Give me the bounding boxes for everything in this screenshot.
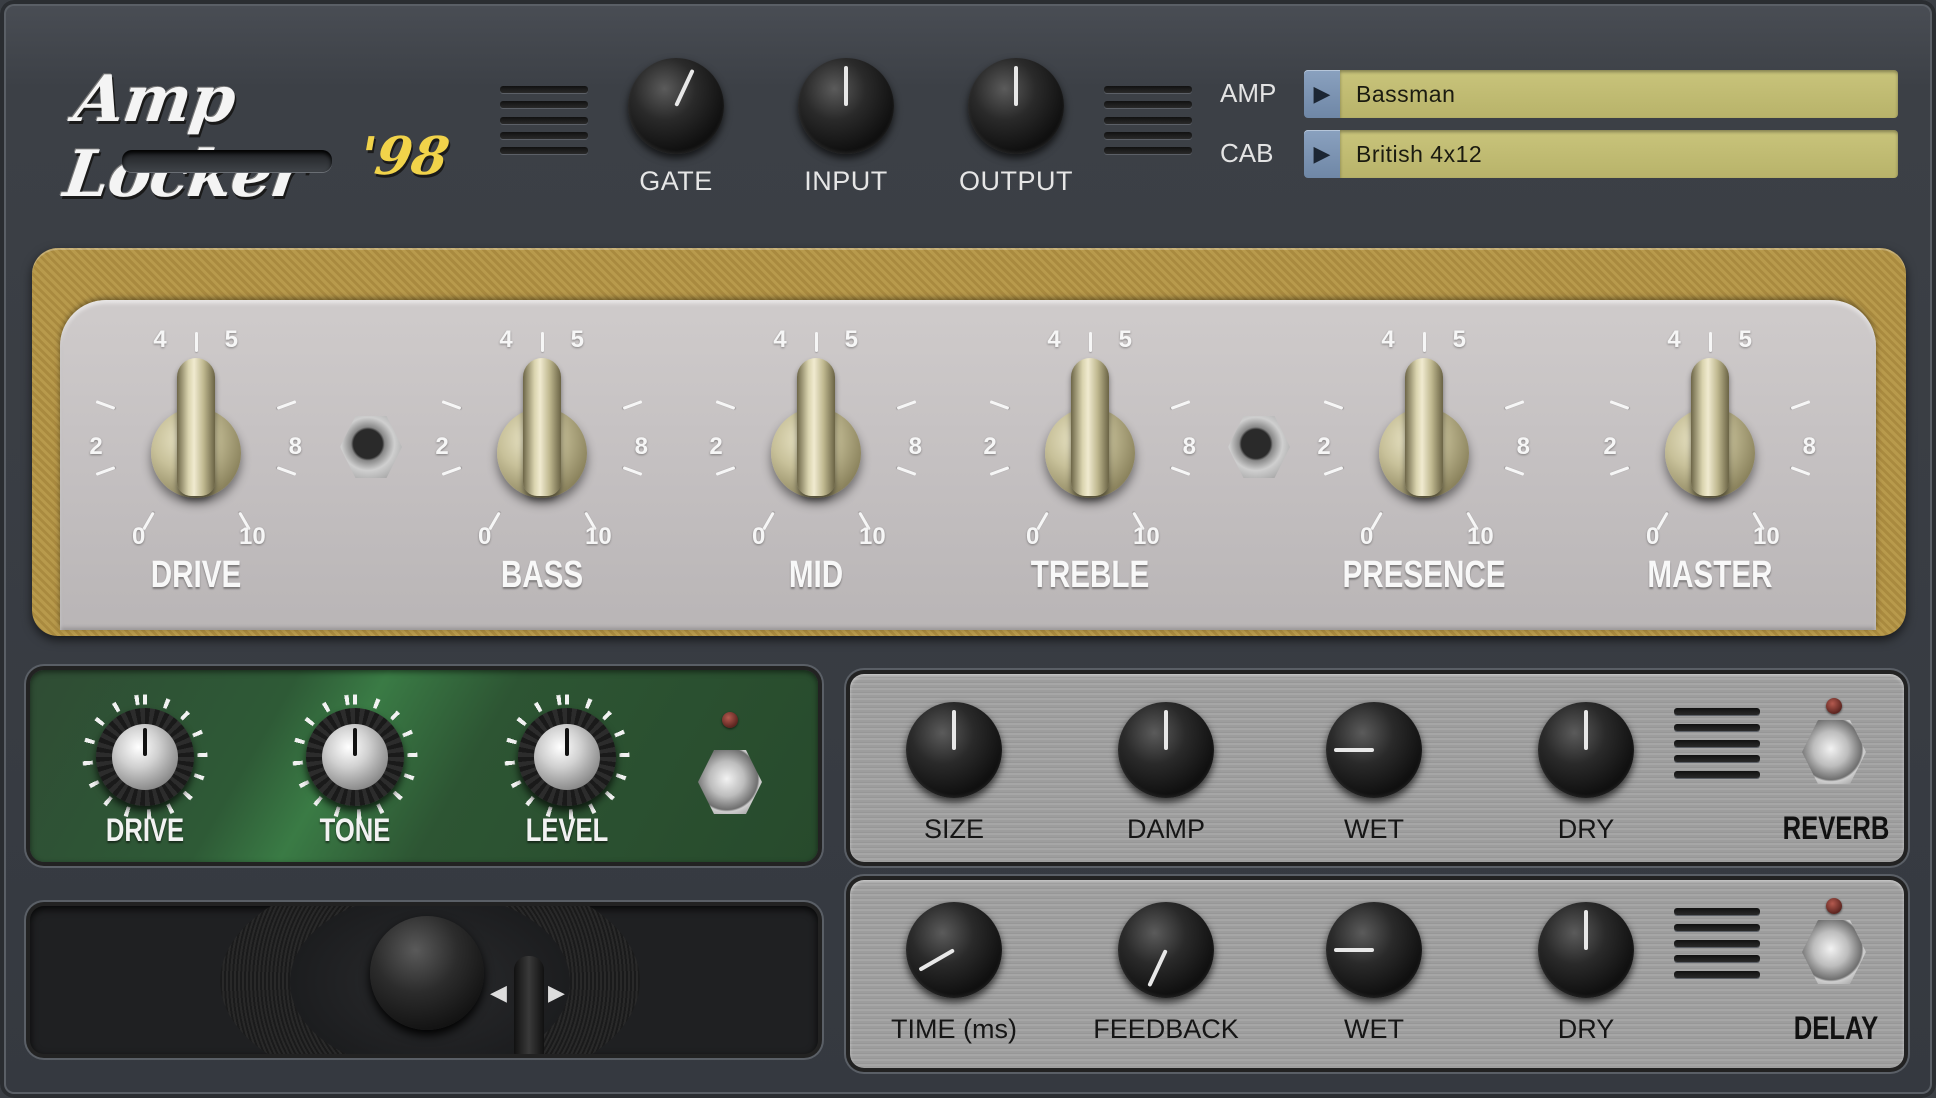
amp-locker-window: Amp Locker '98 GATE INPUT OUTPUT AMP ▶ B…	[0, 0, 1936, 1098]
logo-version: '98	[354, 126, 454, 187]
amp-faceplate	[60, 300, 1876, 630]
arrow-left-icon: ◀	[490, 980, 507, 1005]
grille-right	[1104, 86, 1192, 154]
pedal-drive-label: DRIVE	[105, 812, 185, 848]
pedal-level-knob[interactable]	[504, 694, 630, 820]
cab-selector-arrow[interactable]: ▶	[1304, 130, 1340, 178]
pedal-tone-label: TONE	[319, 812, 391, 848]
reverb-dry-knob[interactable]	[1538, 702, 1634, 798]
input-label: INPUT	[804, 166, 888, 196]
wah-section: ◀ ▶	[30, 906, 818, 1054]
reverb-size-knob[interactable]	[906, 702, 1002, 798]
wah-knob[interactable]	[370, 916, 484, 1030]
wah-toggle-handle[interactable]	[514, 956, 544, 1054]
reverb-damp-knob[interactable]	[1118, 702, 1214, 798]
amp-selector-label: AMP	[1220, 78, 1277, 108]
cab-selector-field[interactable]: British 4x12	[1340, 130, 1898, 178]
pedal-level-label: LEVEL	[525, 812, 609, 848]
master-amp-knob[interactable]	[1665, 358, 1755, 508]
pedal-footswitch[interactable]	[698, 750, 762, 814]
pedal-led	[722, 712, 738, 728]
arrow-right-icon: ▶	[548, 980, 565, 1005]
overdrive-pedal: DRIVE TONE LEVEL	[30, 670, 818, 862]
gate-label: GATE	[639, 166, 713, 196]
bass-amp-knob[interactable]	[497, 358, 587, 508]
reverb-wet-knob[interactable]	[1326, 702, 1422, 798]
presence-amp-knob[interactable]	[1379, 358, 1469, 508]
delay-wet-knob[interactable]	[1326, 902, 1422, 998]
grille-left	[500, 86, 588, 154]
delay-dry-knob[interactable]	[1538, 902, 1634, 998]
pedal-drive-knob[interactable]	[82, 694, 208, 820]
amp-selector-arrow[interactable]: ▶	[1304, 70, 1340, 118]
output-knob[interactable]	[968, 58, 1064, 154]
delay-feedback-knob[interactable]	[1118, 902, 1214, 998]
drive-amp-knob[interactable]	[151, 358, 241, 508]
treble-amp-knob[interactable]	[1045, 358, 1135, 508]
app-logo: Amp Locker '98	[59, 62, 480, 212]
pedal-tone-knob[interactable]	[292, 694, 418, 820]
input-knob[interactable]	[798, 58, 894, 154]
gate-knob[interactable]	[628, 58, 724, 154]
amp-selector-field[interactable]: Bassman	[1340, 70, 1898, 118]
delay-time-ms-knob[interactable]	[906, 902, 1002, 998]
cab-selector-label: CAB	[1220, 138, 1274, 168]
logo-slot	[122, 150, 332, 172]
mid-amp-knob[interactable]	[771, 358, 861, 508]
output-label: OUTPUT	[959, 166, 1073, 196]
